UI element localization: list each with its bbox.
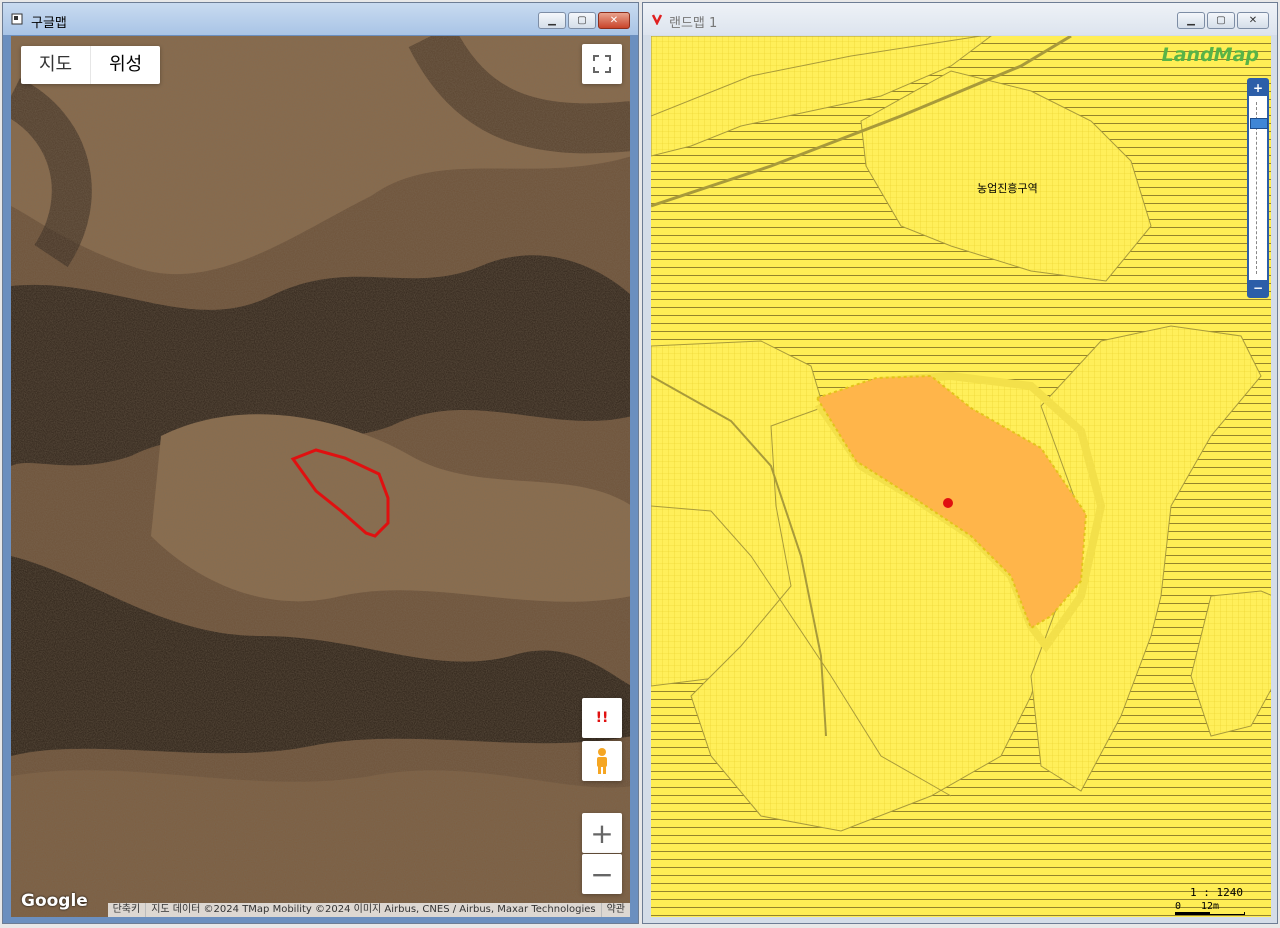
close-button[interactable]: ✕ [598, 12, 630, 29]
map-type-satellite-button[interactable]: 위성 [90, 46, 160, 84]
parcel-center-marker [943, 498, 953, 508]
minimize-button[interactable]: ▁ [538, 12, 566, 29]
minus-icon: − [590, 857, 614, 891]
shortcuts-link[interactable]: 단축키 [108, 903, 146, 917]
terrain-svg [11, 36, 630, 917]
zoom-slider[interactable]: + − [1247, 78, 1269, 298]
zoom-out-button[interactable]: − [1249, 280, 1267, 296]
zoom-out-button[interactable]: − [582, 854, 622, 894]
google-map-window: 구글맵 ▁ ▢ ✕ 지도 위성 !! + − Google 단축키 지도 데이터… [2, 2, 639, 924]
fullscreen-button[interactable] [582, 44, 622, 84]
app-icon [11, 13, 23, 25]
fullscreen-icon [593, 55, 611, 73]
zoom-thumb[interactable] [1250, 118, 1268, 130]
map-type-control: 지도 위성 [21, 46, 161, 84]
zoning-map: LandMap 농업진흥구역 + − 1 : 1240 0 12m [651, 36, 1271, 917]
warning-label: !! [595, 710, 609, 726]
map-data-text: 지도 데이터 ©2024 TMap Mobility ©2024 이미지 Air… [145, 903, 600, 917]
maximize-button[interactable]: ▢ [568, 12, 596, 29]
scale-bar: 0 12m [1175, 901, 1245, 915]
landmap-logo: LandMap [1161, 44, 1259, 66]
landmap-map[interactable]: LandMap 농업진흥구역 + − 1 : 1240 0 12m [651, 36, 1271, 917]
map-type-map-button[interactable]: 지도 [21, 46, 90, 84]
warning-button[interactable]: !! [582, 698, 622, 738]
attribution-bar: 단축키 지도 데이터 ©2024 TMap Mobility ©2024 이미지… [107, 903, 630, 917]
scale-start: 0 [1175, 901, 1182, 912]
zone-label: 농업진흥구역 [977, 182, 1038, 195]
satellite-map[interactable]: 지도 위성 !! + − Google 단축키 지도 데이터 ©2024 TMa… [11, 36, 630, 917]
zoom-in-button[interactable]: + [1249, 80, 1267, 96]
window-title: 랜드맵 1 [669, 16, 718, 31]
close-button[interactable]: ✕ [1237, 12, 1269, 29]
window-title: 구글맵 [31, 16, 67, 31]
landmap-titlebar[interactable]: 랜드맵 1 ▁ ▢ ✕ [643, 3, 1277, 35]
scale-line [1175, 912, 1245, 915]
zoom-in-button[interactable]: + [582, 813, 622, 853]
scale-ratio: 1 : 1240 [1190, 886, 1243, 899]
street-view-button[interactable] [582, 741, 622, 781]
scale-end: 12m [1201, 901, 1220, 912]
plus-icon: + [590, 816, 614, 850]
minimize-button[interactable]: ▁ [1177, 12, 1205, 29]
google-titlebar[interactable]: 구글맵 ▁ ▢ ✕ [3, 3, 638, 35]
pegman-icon [597, 748, 607, 774]
satellite-imagery [11, 36, 630, 917]
terms-link[interactable]: 약관 [600, 903, 630, 917]
zoning-svg [651, 36, 1271, 917]
landmap-window: 랜드맵 1 ▁ ▢ ✕ LandMap 농업진흥구역 + − 1: 1240 … [642, 2, 1278, 924]
google-logo: Google [21, 891, 88, 911]
maximize-button[interactable]: ▢ [1207, 12, 1235, 29]
landmap-app-icon [651, 14, 663, 25]
